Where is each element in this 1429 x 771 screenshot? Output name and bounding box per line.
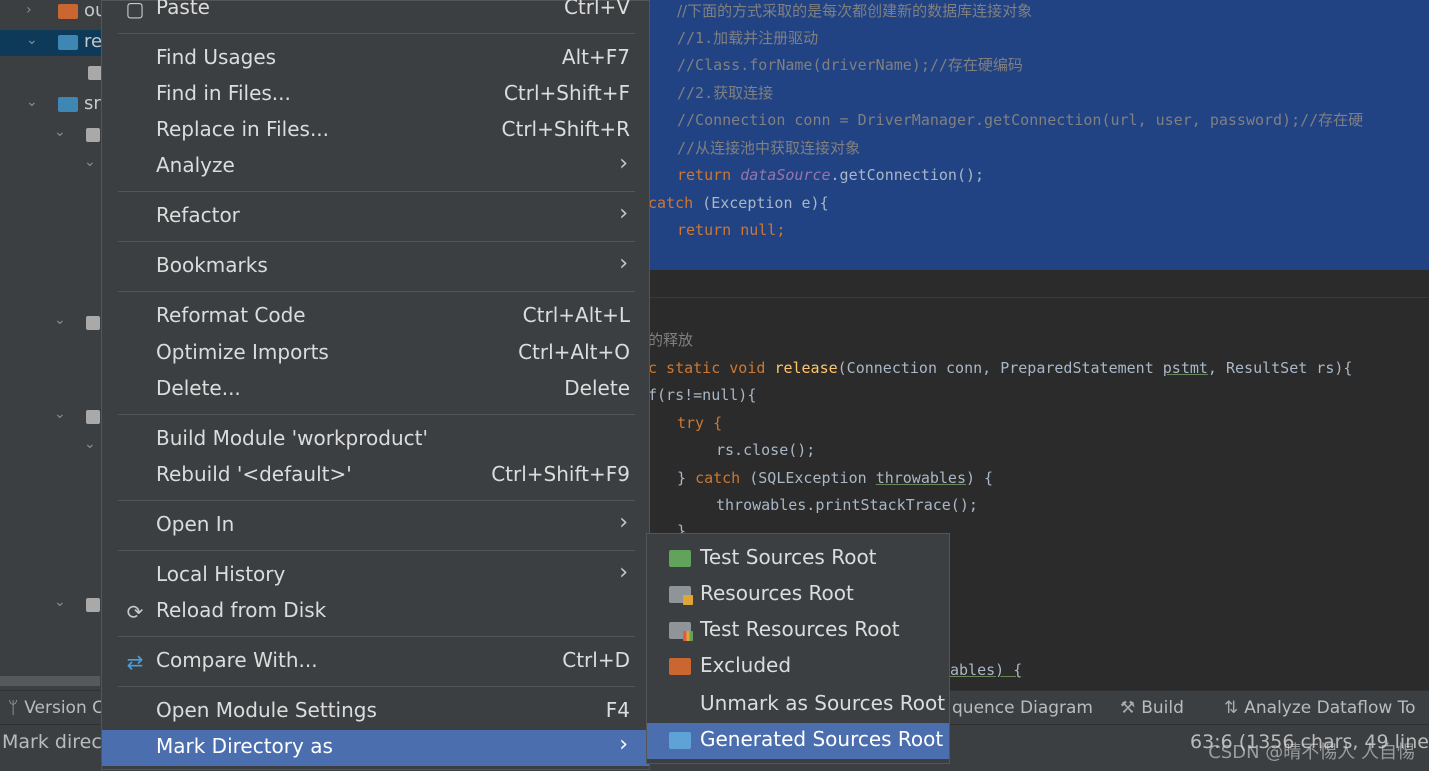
code-line: return dataSource.getConnection(); xyxy=(677,166,985,184)
version-control-tab[interactable]: ᛘ Version C xyxy=(8,698,104,718)
code-line: //从连接池中获取连接对象 xyxy=(677,139,861,157)
menu-separator xyxy=(118,414,635,415)
submenu-item-unmark-sources-root[interactable]: Unmark as Sources Root xyxy=(647,687,949,723)
submenu-item-resources-root[interactable]: Resources Root xyxy=(647,577,949,613)
menu-item-delete[interactable]: Delete... Delete xyxy=(102,372,649,408)
submenu-item-test-sources-root[interactable]: Test Sources Root xyxy=(647,541,949,577)
menu-item-reformat-code[interactable]: Reformat Code Ctrl+Alt+L xyxy=(102,299,649,335)
menu-item-rebuild[interactable]: Rebuild '<default>' Ctrl+Shift+F9 xyxy=(102,458,649,494)
code-line: //2.获取连接 xyxy=(677,84,774,102)
menu-item-optimize-imports[interactable]: Optimize Imports Ctrl+Alt+O xyxy=(102,336,649,372)
chevron-right-icon: › xyxy=(619,732,628,757)
branch-icon: ᛘ xyxy=(8,698,19,718)
code-line: catch (Exception e){ xyxy=(648,194,829,212)
menu-item-find-usages[interactable]: Find Usages Alt+F7 xyxy=(102,41,649,77)
chevron-right-icon: › xyxy=(619,151,628,176)
code-line: f(rs!=null){ xyxy=(648,386,757,404)
code-line: //Class.forName(driverName);//存在硬编码 xyxy=(677,56,1023,74)
menu-separator xyxy=(118,291,635,292)
menu-item-replace-in-files[interactable]: Replace in Files... Ctrl+Shift+R xyxy=(102,113,649,149)
mark-directory-submenu: Test Sources Root Resources Root Test Re… xyxy=(646,533,950,764)
chevron-right-icon: › xyxy=(619,510,628,535)
menu-separator xyxy=(118,550,635,551)
context-menu: ▢ Paste Ctrl+V Find Usages Alt+F7 Find i… xyxy=(101,0,650,770)
menu-item-open-in[interactable]: Open In › xyxy=(102,508,649,544)
code-line: return null; xyxy=(677,221,786,239)
chevron-right-icon: › xyxy=(619,251,628,276)
code-line: throwables.printStackTrace(); xyxy=(716,496,978,514)
chevron-right-icon: › xyxy=(619,201,628,226)
menu-item-paste[interactable]: ▢ Paste Ctrl+V xyxy=(102,0,649,27)
menu-item-mark-directory-as[interactable]: Mark Directory as › xyxy=(102,730,649,766)
code-line: } catch (SQLException throwables) { xyxy=(677,469,994,487)
sequence-diagram-tab[interactable]: quence Diagram xyxy=(952,698,1093,718)
code-line: c static void release(Connection conn, P… xyxy=(648,359,1353,377)
code-line: //Connection conn = DriverManager.getCon… xyxy=(677,111,1364,129)
menu-separator xyxy=(118,191,635,192)
code-line: try { xyxy=(677,414,723,432)
editor-divider xyxy=(640,297,1429,298)
menu-separator xyxy=(118,636,635,637)
menu-item-bookmarks[interactable]: Bookmarks › xyxy=(102,249,649,285)
resources-folder-icon xyxy=(669,586,693,605)
dataflow-icon: ⇅ xyxy=(1224,698,1239,718)
code-line: 的释放 xyxy=(648,331,694,349)
analyze-dataflow-tab[interactable]: ⇅ Analyze Dataflow To xyxy=(1224,698,1416,718)
chevron-right-icon: › xyxy=(619,560,628,585)
menu-separator xyxy=(118,500,635,501)
menu-item-build-module[interactable]: Build Module 'workproduct' xyxy=(102,422,649,458)
menu-item-refactor[interactable]: Refactor › xyxy=(102,199,649,235)
menu-item-compare-with[interactable]: ⇄ Compare With... Ctrl+D xyxy=(102,644,649,680)
code-line: //1.加载并注册驱动 xyxy=(677,29,819,47)
watermark: CSDN @晴不惕人 人自惕 xyxy=(1208,742,1415,763)
reload-icon: ⟳ xyxy=(126,600,144,624)
menu-separator xyxy=(118,241,635,242)
menu-item-reload-from-disk[interactable]: ⟳ Reload from Disk xyxy=(102,594,649,630)
menu-item-local-history[interactable]: Local History › xyxy=(102,558,649,594)
hammer-icon: ⚒ xyxy=(1120,698,1136,718)
generated-folder-icon xyxy=(669,732,691,749)
status-message: Mark direct xyxy=(2,731,110,753)
menu-separator xyxy=(118,33,635,34)
submenu-item-test-resources-root[interactable]: Test Resources Root xyxy=(647,613,949,649)
compare-icon: ⇄ xyxy=(126,650,144,674)
code-line: ables) { xyxy=(950,661,1023,679)
paste-icon: ▢ xyxy=(125,0,145,21)
code-line: rs.close(); xyxy=(716,441,816,459)
menu-item-open-module-settings[interactable]: Open Module Settings F4 xyxy=(102,694,649,730)
menu-item-find-in-files[interactable]: Find in Files... Ctrl+Shift+F xyxy=(102,77,649,113)
code-line: //下面的方式采取的是每次都创建新的数据库连接对象 xyxy=(677,2,1033,20)
menu-separator xyxy=(118,686,635,687)
menu-item-analyze[interactable]: Analyze › xyxy=(102,149,649,185)
folder-orange-icon xyxy=(669,658,691,675)
test-resources-folder-icon xyxy=(669,622,693,641)
folder-green-icon xyxy=(669,550,691,567)
submenu-item-excluded[interactable]: Excluded xyxy=(647,649,949,685)
submenu-item-generated-sources-root[interactable]: Generated Sources Root xyxy=(647,723,949,759)
build-tab[interactable]: ⚒ Build xyxy=(1120,698,1184,718)
